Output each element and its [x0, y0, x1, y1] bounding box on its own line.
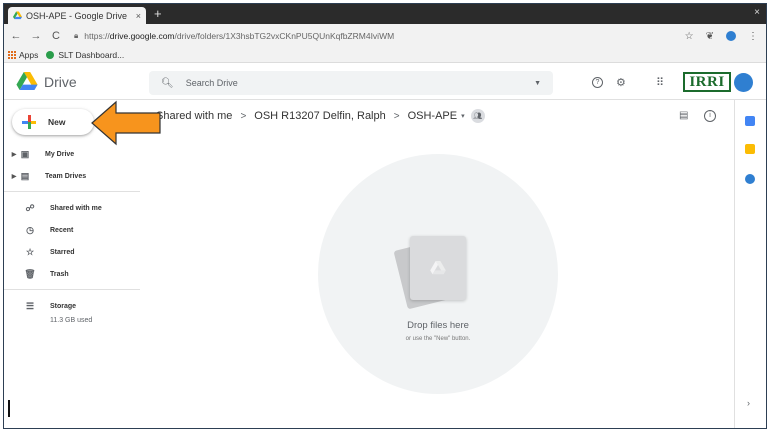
sidebar-item-recent[interactable]: ◷ Recent	[4, 221, 140, 239]
drop-zone[interactable]: Drop files here or use the "New" button.	[318, 154, 558, 394]
file-illustration-icon	[410, 236, 466, 300]
drive-header: Drive 🔍︎ Search Drive ▼ ? ⚙ ⠿ IRRI	[4, 64, 766, 100]
info-icon[interactable]: i	[704, 110, 716, 122]
tab-title: OSH-APE - Google Drive	[26, 10, 128, 21]
storage-icon: ☰	[25, 300, 35, 311]
annotation-arrow-icon	[91, 100, 161, 146]
help-icon[interactable]: ?	[592, 77, 603, 88]
expand-caret-icon[interactable]: ▶	[9, 173, 19, 180]
drive-logo-text: Drive	[44, 73, 77, 90]
sidebar-item-storage[interactable]: ☰ Storage	[4, 297, 140, 315]
sidebar-item-starred[interactable]: ☆ Starred	[4, 243, 140, 261]
expand-caret-icon[interactable]: ▶	[9, 151, 19, 158]
bookmarks-bar: Apps SLT Dashboard...	[4, 48, 766, 63]
sidebar: New ▶ ▣ My Drive ▶ ▤ Team Drives ☍ Share…	[4, 100, 140, 428]
search-icon: 🔍︎	[161, 77, 174, 89]
address-bar[interactable]: 🔒︎ https://drive.google.com/drive/folder…	[74, 31, 685, 41]
sidebar-item-label: Starred	[50, 248, 75, 256]
new-button[interactable]: New	[12, 109, 94, 135]
browser-toolbar: ← → C 🔒︎ https://drive.google.com/drive/…	[4, 24, 766, 48]
bookmark-slt-label: SLT Dashboard...	[58, 50, 125, 60]
list-view-icon[interactable]: ▤	[679, 110, 688, 121]
keep-icon[interactable]	[745, 144, 755, 154]
lock-icon: 🔒︎	[74, 31, 79, 40]
sidebar-item-label: Shared with me	[50, 204, 102, 212]
storage-used-text: 11.3 GB used	[50, 317, 93, 324]
extension-icon[interactable]: ❦	[706, 31, 714, 42]
drive-logo[interactable]: Drive	[16, 72, 77, 91]
team-drives-icon: ▤	[20, 170, 30, 181]
search-input[interactable]: 🔍︎ Search Drive ▼	[149, 71, 553, 95]
breadcrumb-folder[interactable]: OSH R13207 Delfin, Ralph	[254, 110, 385, 122]
apps-grid-icon	[8, 51, 16, 59]
back-button[interactable]: ←	[8, 30, 24, 42]
breadcrumb: Shared with me > OSH R13207 Delfin, Ralp…	[156, 109, 485, 123]
sidebar-divider	[4, 191, 140, 192]
app-window: OSH-APE - Google Drive × + × ← → C 🔒︎ ht…	[3, 3, 767, 429]
sidebar-item-label: Storage	[50, 302, 77, 310]
expand-panel-icon[interactable]: ›	[747, 398, 750, 408]
sidebar-divider	[4, 289, 140, 290]
settings-icon[interactable]: ⚙	[616, 76, 626, 89]
dashboard-icon	[46, 51, 55, 59]
drive-logo-icon	[16, 72, 38, 90]
tab-strip: OSH-APE - Google Drive × + ×	[4, 4, 766, 24]
drop-zone-subtitle: or use the "New" button.	[405, 336, 471, 342]
star-icon: ☆	[25, 246, 35, 257]
reload-button[interactable]: C	[48, 30, 64, 42]
bookmark-star-icon[interactable]: ☆	[685, 31, 694, 42]
sidebar-item-label: Team Drives	[45, 172, 87, 180]
drive-favicon-icon	[13, 11, 22, 20]
bookmark-apps[interactable]: Apps	[8, 50, 38, 60]
side-panel: ›	[734, 100, 766, 428]
search-options-icon[interactable]: ▼	[534, 80, 541, 87]
bookmark-apps-label: Apps	[19, 50, 39, 60]
bookmark-slt-dashboard[interactable]: SLT Dashboard...	[46, 50, 124, 60]
shared-folder-icon: 👥︎	[470, 109, 485, 123]
browser-tab[interactable]: OSH-APE - Google Drive ×	[8, 7, 146, 24]
sidebar-item-shared[interactable]: ☍ Shared with me	[4, 199, 140, 217]
url-path: /drive/folders/1X3hsbTG2vxCKnPU5QUnKqfbZ…	[174, 31, 395, 41]
sidebar-item-label: My Drive	[45, 150, 75, 158]
text-cursor	[8, 400, 10, 417]
chevron-right-icon: >	[393, 110, 400, 122]
sidebar-item-my-drive[interactable]: ▶ ▣ My Drive	[4, 145, 140, 163]
new-tab-button[interactable]: +	[154, 6, 162, 21]
sidebar-item-label: Recent	[50, 226, 74, 234]
trash-icon: 🗑︎	[24, 268, 36, 279]
chevron-down-icon[interactable]: ▾	[461, 112, 465, 120]
breadcrumb-current[interactable]: OSH-APE	[408, 110, 458, 122]
url-scheme: https://	[84, 31, 110, 41]
recent-icon: ◷	[26, 224, 34, 235]
browser-menu-icon[interactable]: ⋮	[748, 31, 758, 42]
avatar[interactable]	[734, 73, 753, 92]
tab-close-icon[interactable]: ×	[136, 11, 141, 21]
shared-icon: ☍	[25, 202, 35, 213]
window-close-icon[interactable]: ×	[754, 7, 760, 18]
drop-zone-title: Drop files here	[407, 320, 469, 331]
tasks-icon[interactable]	[745, 174, 755, 184]
org-logo[interactable]: IRRI	[683, 72, 731, 92]
new-button-label: New	[48, 117, 66, 127]
plus-icon	[22, 115, 36, 129]
breadcrumb-shared[interactable]: Shared with me	[156, 110, 232, 122]
sidebar-item-team-drives[interactable]: ▶ ▤ Team Drives	[4, 167, 140, 185]
url-domain: drive.google.com	[109, 31, 175, 41]
apps-icon[interactable]: ⠿	[656, 76, 664, 89]
search-placeholder: Search Drive	[185, 78, 238, 88]
sidebar-item-label: Trash	[50, 270, 69, 278]
calendar-icon[interactable]	[745, 116, 755, 126]
my-drive-icon: ▣	[20, 148, 30, 159]
profile-icon[interactable]	[726, 31, 736, 41]
forward-button[interactable]: →	[28, 30, 44, 42]
sidebar-item-trash[interactable]: 🗑︎ Trash	[4, 265, 140, 283]
chevron-right-icon: >	[240, 110, 247, 122]
drive-watermark-icon	[430, 261, 446, 275]
